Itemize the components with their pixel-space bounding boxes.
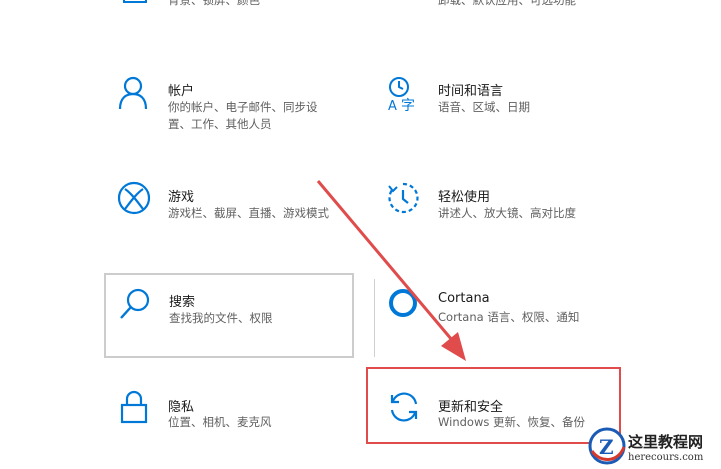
tile-time-language[interactable]: A 字 时间和语言 语音、区域、日期: [374, 66, 624, 144]
cortana-icon: [387, 287, 419, 319]
tile-desc: 你的帐户、电子邮件、同步设: [168, 100, 318, 114]
ease-of-access-icon: [386, 181, 420, 215]
tile-desc: 语音、区域、日期: [438, 100, 530, 114]
tile-accounts[interactable]: 帐户 你的帐户、电子邮件、同步设 置、工作、其他人员: [105, 66, 355, 144]
tile-desc: 位置、相机、麦克风: [168, 415, 272, 429]
watermark-logo-icon: Z: [588, 427, 626, 465]
watermark-letter: Z: [599, 435, 614, 459]
tile-desc: 置、工作、其他人员: [168, 117, 272, 131]
tile-privacy[interactable]: 隐私 位置、相机、麦克风: [105, 378, 355, 448]
tile-personalization-partial[interactable]: 背景、锁屏、颜色: [112, 0, 352, 12]
person-icon: [117, 76, 149, 110]
tile-search[interactable]: 搜索 查找我的文件、权限: [104, 273, 354, 358]
svg-text:字: 字: [401, 98, 415, 112]
tile-gaming[interactable]: 游戏 游戏栏、截屏、直播、游戏模式: [105, 172, 355, 242]
tile-desc: 游戏栏、截屏、直播、游戏模式: [168, 206, 329, 220]
tile-desc: 讲述人、放大镜、高对比度: [438, 206, 576, 220]
tile-title: 更新和安全: [438, 400, 504, 415]
tile-title: 隐私: [168, 400, 195, 415]
sync-icon: [387, 390, 421, 424]
xbox-icon: [117, 181, 151, 215]
tile-title: Cortana: [438, 291, 490, 306]
lock-icon: [119, 390, 149, 424]
svg-text:A: A: [388, 99, 397, 112]
watermark-title: 这里教程网: [628, 433, 704, 451]
personalization-icon: [120, 0, 150, 6]
tile-update-security[interactable]: 更新和安全 Windows 更新、恢复、备份: [374, 378, 619, 442]
tile-desc: Windows 更新、恢复、备份: [438, 415, 585, 429]
tile-desc: 背景、锁屏、颜色: [168, 0, 260, 7]
tile-apps-partial[interactable]: 卸载、默认应用、可选功能: [380, 0, 620, 12]
watermark: Z 这里教程网 herecours.com: [586, 425, 721, 469]
tile-desc: Cortana 语言、权限、通知: [438, 310, 580, 324]
tile-desc: 查找我的文件、权限: [169, 311, 273, 325]
tile-title: 轻松使用: [438, 190, 491, 205]
tile-cortana-left-edge: [374, 279, 375, 357]
time-language-icon: A 字: [386, 76, 422, 112]
apps-icon: [388, 0, 418, 6]
tile-title: 时间和语言: [438, 84, 504, 99]
tile-cortana[interactable]: Cortana Cortana 语言、权限、通知: [374, 273, 624, 358]
tile-ease-of-access[interactable]: 轻松使用 讲述人、放大镜、高对比度: [374, 172, 624, 242]
tile-title: 帐户: [168, 84, 195, 99]
tile-title: 搜索: [169, 295, 196, 310]
tile-title: 游戏: [168, 190, 195, 205]
watermark-url: herecours.com: [628, 452, 704, 463]
search-icon: [118, 287, 152, 321]
tile-desc: 卸载、默认应用、可选功能: [438, 0, 576, 7]
